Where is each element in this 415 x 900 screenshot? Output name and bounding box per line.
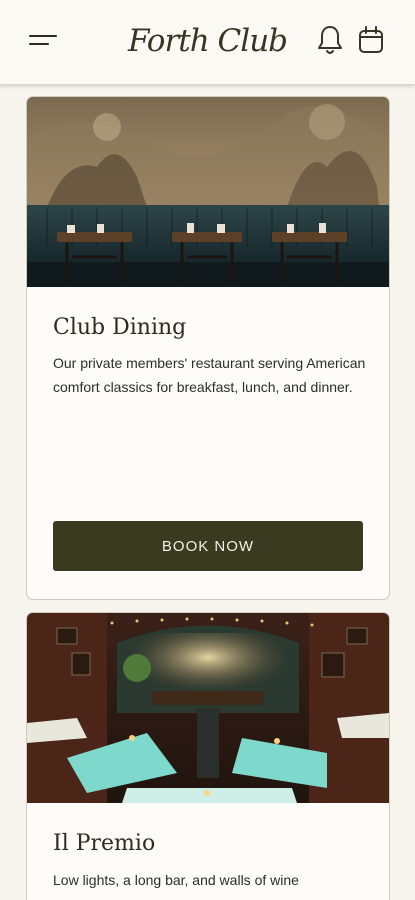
brand-logo: Forth Club — [127, 23, 288, 59]
menu-button[interactable] — [29, 33, 59, 49]
venue-card-il-premio[interactable]: Il Premio Low lights, a long bar, and wa… — [26, 612, 390, 900]
book-now-button[interactable]: BOOK NOW — [53, 521, 363, 571]
bell-icon[interactable] — [316, 24, 344, 56]
card-description: Our private members' restaurant serving … — [53, 355, 366, 395]
app-header: Forth Club — [0, 0, 415, 85]
hamburger-menu-icon-line — [29, 43, 49, 45]
hamburger-menu-icon — [29, 35, 57, 37]
il-premio-photo — [27, 613, 389, 803]
club-dining-photo — [27, 97, 389, 287]
calendar-icon[interactable] — [357, 25, 385, 55]
card-title: Club Dining — [53, 315, 187, 340]
venue-card-club-dining[interactable]: Club Dining Our private members' restaur… — [26, 96, 390, 600]
card-description: Low lights, a long bar, and walls of win… — [53, 872, 299, 888]
card-title: Il Premio — [53, 831, 156, 856]
venue-feed[interactable]: Club Dining Our private members' restaur… — [0, 85, 415, 900]
